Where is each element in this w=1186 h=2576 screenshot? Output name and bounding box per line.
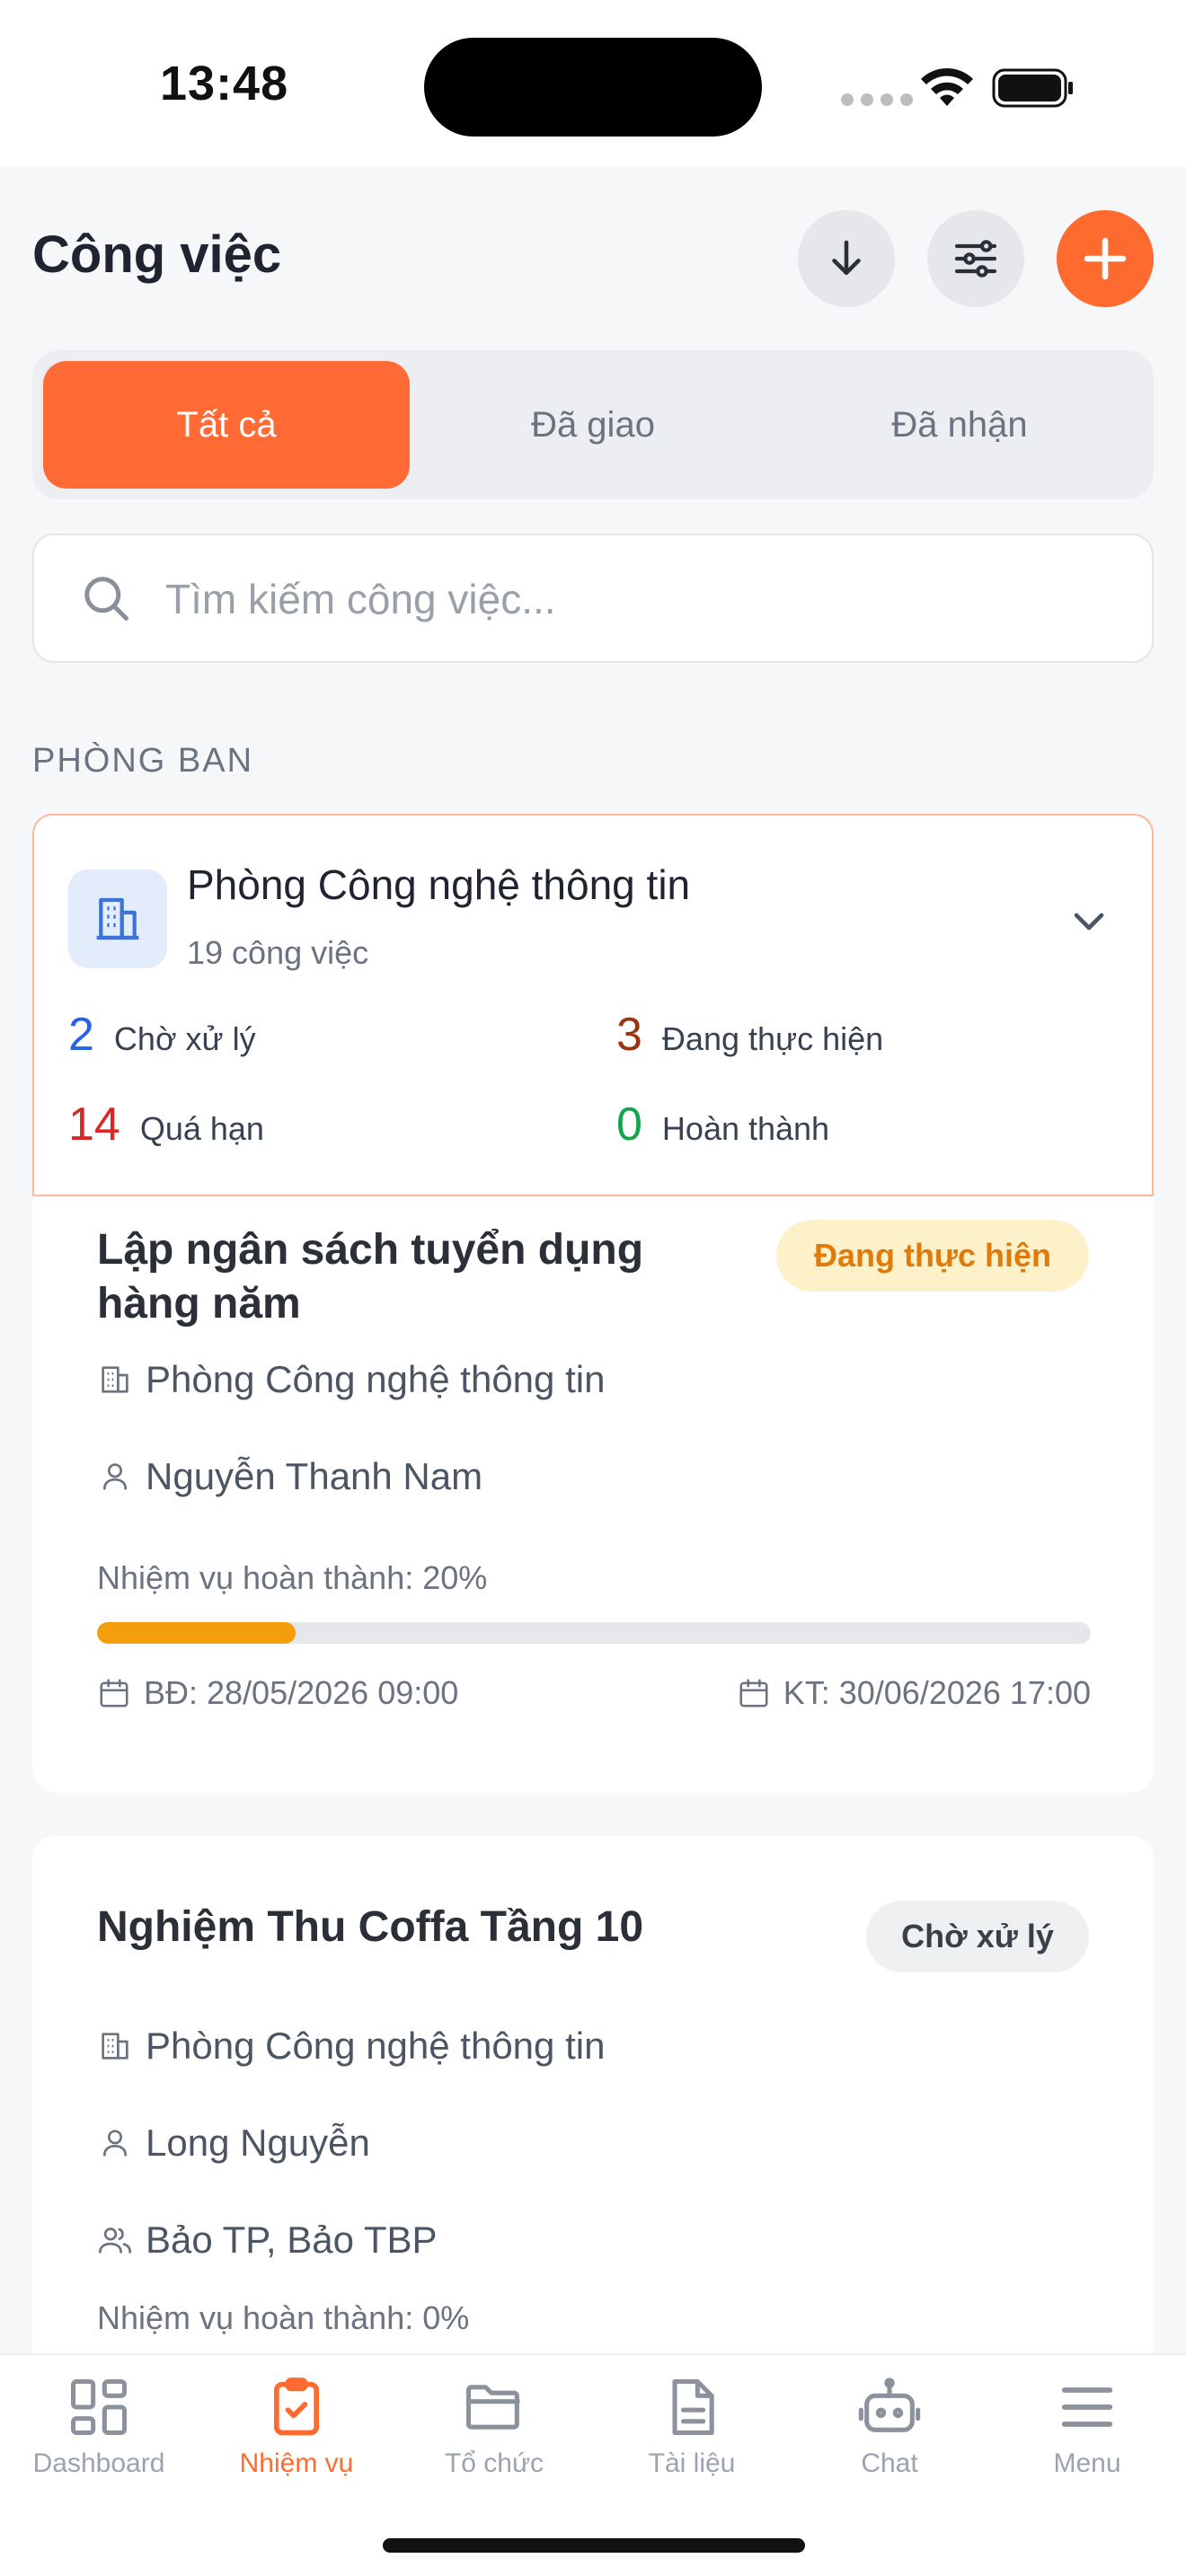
stat-pending: 2 Chờ xử lý: [68, 1008, 256, 1062]
department-task-count: 19 công việc: [187, 934, 369, 971]
stat-label: Chờ xử lý: [113, 1020, 256, 1057]
task-title: Lập ngân sách tuyển dụng hàng năm: [97, 1226, 644, 1328]
signal-icon: [841, 93, 913, 106]
end-date: KT: 30/06/2026 17:00: [737, 1674, 1091, 1712]
stat-label: Quá hạn: [139, 1110, 264, 1147]
status-badge: Chờ xử lý: [866, 1901, 1089, 1972]
nav-tasks[interactable]: Nhiệm vụ: [198, 2373, 395, 2499]
task-department: Phòng Công nghệ thông tin: [97, 1358, 605, 1401]
progress-fill: [97, 1622, 296, 1644]
stat-completed: 0 Hoàn thành: [616, 1098, 829, 1151]
bot-icon: [858, 2378, 921, 2432]
task-assignee: Nguyễn Thanh Nam: [97, 1455, 482, 1498]
search-icon: [84, 577, 128, 621]
stat-label: Đang thực hiện: [661, 1020, 884, 1057]
status-time: 13:48: [160, 57, 289, 110]
document-icon: [672, 2378, 714, 2436]
sliders-icon: [954, 240, 997, 278]
building-icon: [96, 897, 139, 940]
nav-chat[interactable]: Chat: [791, 2373, 988, 2499]
nav-dashboard[interactable]: Dashboard: [0, 2373, 198, 2499]
download-button[interactable]: [798, 210, 895, 307]
tab-received[interactable]: Đã nhận: [776, 361, 1143, 489]
stat-value: 14: [68, 1098, 120, 1151]
wifi-icon: [921, 67, 973, 106]
page-title: Công việc: [32, 225, 282, 284]
arrow-down-icon: [832, 240, 861, 275]
clipboard-check-icon: [273, 2378, 320, 2436]
dashboard-icon: [70, 2378, 128, 2436]
add-task-button[interactable]: [1057, 210, 1154, 307]
building-icon: [102, 2033, 128, 2060]
menu-icon: [1061, 2387, 1113, 2427]
tab-assigned[interactable]: Đã giao: [410, 361, 776, 489]
building-icon: [102, 1366, 128, 1393]
search-input[interactable]: [165, 568, 1118, 631]
task-assignee: Long Nguyễn: [97, 2122, 370, 2165]
plus-icon: [1084, 237, 1127, 280]
progress-label: Nhiệm vụ hoàn thành: 0%: [97, 2299, 470, 2336]
tab-all[interactable]: Tất cả: [43, 361, 410, 489]
nav-organization[interactable]: Tổ chức: [395, 2373, 593, 2499]
department-icon-wrap: [68, 869, 167, 968]
calendar-icon: [739, 1679, 768, 1707]
stat-overdue: 14 Quá hạn: [68, 1098, 264, 1151]
stat-value: 2: [68, 1009, 94, 1061]
user-icon: [103, 2130, 127, 2157]
progress-bar: [97, 1622, 1091, 1644]
department-name: Phòng Công nghệ thông tin: [187, 861, 691, 908]
filter-button[interactable]: [927, 210, 1024, 307]
search-box: [32, 534, 1154, 663]
nav-menu[interactable]: Menu: [988, 2373, 1186, 2499]
department-card[interactable]: Phòng Công nghệ thông tin 19 công việc 2…: [32, 814, 1154, 1196]
stat-value: 3: [616, 1009, 642, 1061]
task-members: Bảo TP, Bảo TBP: [97, 2219, 438, 2262]
user-icon: [103, 1463, 127, 1490]
status-badge: Đang thực hiện: [776, 1220, 1089, 1292]
task-title: Nghiệm Thu Coffa Tầng 10: [97, 1903, 644, 1951]
battery-icon: [992, 68, 1073, 108]
stat-value: 0: [616, 1098, 642, 1151]
nav-documents[interactable]: Tài liệu: [593, 2373, 791, 2499]
calendar-icon: [100, 1679, 128, 1707]
start-date: BĐ: 28/05/2026 09:00: [97, 1674, 458, 1712]
users-icon: [99, 2228, 132, 2254]
stat-label: Hoàn thành: [661, 1110, 830, 1147]
dynamic-island: [424, 38, 762, 137]
home-indicator: [383, 2538, 805, 2553]
status-bar: 13:48: [0, 0, 1186, 167]
task-card[interactable]: Lập ngân sách tuyển dụng hàng năm Đang t…: [32, 1196, 1154, 1793]
section-label-departments: PHÒNG BAN: [32, 742, 254, 780]
progress-label: Nhiệm vụ hoàn thành: 20%: [97, 1559, 488, 1596]
task-filter-tabs: Tất cả Đã giao Đã nhận: [32, 350, 1154, 499]
folder-icon: [465, 2385, 520, 2430]
task-department: Phòng Công nghệ thông tin: [97, 2025, 605, 2068]
chevron-down-icon[interactable]: [1064, 896, 1114, 947]
stat-in-progress: 3 Đang thực hiện: [616, 1008, 883, 1062]
